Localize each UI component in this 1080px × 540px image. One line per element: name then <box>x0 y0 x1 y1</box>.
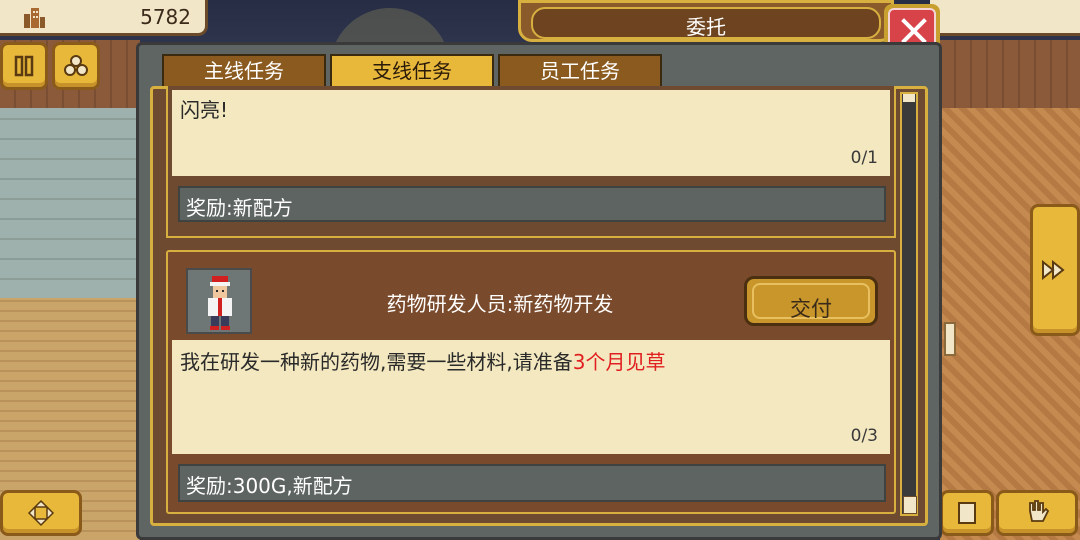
deliver-button-face[interactable]: 交付 <box>752 283 870 321</box>
quest-required-item: 3个月见草 <box>572 350 666 374</box>
deliver-button[interactable]: 交付 <box>744 276 878 326</box>
side-tag <box>944 322 956 356</box>
deliver-button-label: 交付 <box>790 297 832 321</box>
scrollbar-cap-top[interactable] <box>903 94 915 102</box>
social-button[interactable] <box>52 42 100 90</box>
stone-floor <box>0 108 140 298</box>
quest-description: 我在研发一种新的药物,需要一些材料,请准备3个月见草 0/3 <box>172 340 890 454</box>
book-button[interactable] <box>940 490 994 536</box>
book-icon <box>958 502 976 524</box>
quest-description-text: 我在研发一种新的药物,需要一些材料,请准备3个月见草 <box>180 346 665 375</box>
quest-description-text: 闪亮! <box>180 98 229 122</box>
quest-reward: 奖励:300G,新配方 <box>178 464 886 502</box>
quest-progress: 0/3 <box>850 426 878 446</box>
scientist-portrait-icon <box>208 276 232 330</box>
money-value: 5782 <box>140 5 191 29</box>
quest-description: 闪亮! 0/1 <box>172 90 890 176</box>
hand-button[interactable] <box>996 490 1078 536</box>
dialog-title: 委托 <box>686 15 726 39</box>
social-icon <box>64 55 88 76</box>
hand-icon <box>1029 500 1050 522</box>
quest-reward-text: 奖励:300G,新配方 <box>186 474 353 498</box>
fast-forward-icon <box>1042 260 1065 280</box>
tab-main-quests[interactable]: 主线任务 <box>162 54 326 88</box>
tab-side-quests[interactable]: 支线任务 <box>330 54 494 88</box>
pause-button[interactable] <box>0 42 48 90</box>
money-display: 5782 <box>0 0 208 36</box>
dialog-title-bar: 委托 <box>518 0 894 42</box>
quest-title: 药物研发人员:新药物开发 <box>386 292 614 316</box>
pause-icon <box>14 55 34 77</box>
scrollbar-thumb[interactable] <box>903 496 917 514</box>
building-icon <box>22 6 46 28</box>
quest-reward: 奖励:新配方 <box>178 186 886 222</box>
title-plate: 委托 <box>531 7 881 39</box>
quest-giver-avatar <box>186 268 252 334</box>
right-status-bar <box>930 0 1080 36</box>
quest-description-prefix: 我在研发一种新的药物,需要一些材料,请准备 <box>180 350 573 374</box>
tab-staff-quests[interactable]: 员工任务 <box>498 54 662 88</box>
move-icon <box>27 499 55 527</box>
move-button[interactable] <box>0 490 82 536</box>
fast-forward-button[interactable] <box>1030 204 1080 336</box>
brick-wall-right <box>940 40 1080 110</box>
quest-reward-text: 奖励:新配方 <box>186 196 293 220</box>
quest-progress: 0/1 <box>850 148 878 168</box>
close-icon <box>901 18 927 44</box>
quest-scrollbar[interactable] <box>900 92 918 516</box>
